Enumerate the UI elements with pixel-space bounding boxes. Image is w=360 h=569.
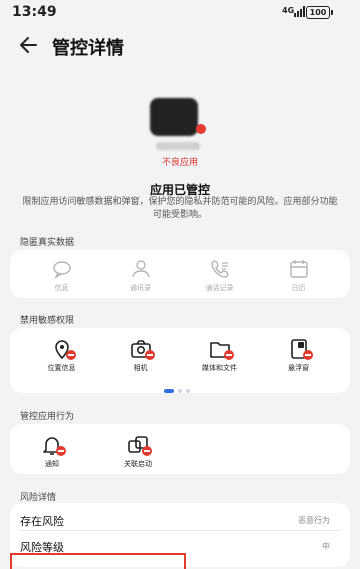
blocked-badge-icon <box>65 350 76 360</box>
section-permissions-label: 禁用敏感权限 <box>20 316 75 326</box>
hidden-item-label: 通话记录 <box>205 284 234 292</box>
divider <box>20 530 340 531</box>
description-text: 限制应用访问敏感数据和弹窗，保护您的隐私并防范可能的风险。应用部分功能可能受影响… <box>22 197 338 220</box>
blocked-badge-icon <box>302 350 313 360</box>
app-icon <box>150 98 198 136</box>
risk-value: 恶意行为 <box>298 516 330 525</box>
hidden-item-calendar[interactable]: 日历 <box>269 258 329 293</box>
battery-icon: 100 <box>306 6 333 19</box>
permission-label: 相机 <box>133 364 148 372</box>
status-bar: 13:49 4G 100 <box>0 0 360 26</box>
hidden-item-call-log[interactable]: 通话记录 <box>190 258 250 293</box>
page-dot-active <box>164 388 174 393</box>
permission-location[interactable]: 位置信息 <box>32 338 92 373</box>
risk-row-type: 存在风险 恶意行为 <box>10 509 330 531</box>
permission-label: 悬浮窗 <box>288 364 309 372</box>
section-risk-label: 风险详情 <box>20 493 57 503</box>
hidden-item-label: 通讯录 <box>130 284 151 292</box>
contacts-icon <box>130 258 152 280</box>
behavior-card: 通知 关联启动 <box>10 424 350 474</box>
call-log-icon <box>209 258 231 280</box>
blocked-badge-icon <box>223 350 234 360</box>
hidden-item-label: 日历 <box>291 284 306 292</box>
blocked-badge-icon <box>144 350 155 360</box>
section-hidden-data-label: 隐匿真实数据 <box>20 238 75 248</box>
hidden-item-label: 信息 <box>54 284 69 292</box>
highlight-box <box>10 553 186 569</box>
page-dot <box>178 388 182 393</box>
status-time: 13:49 <box>12 4 57 20</box>
hidden-item-contacts[interactable]: 通讯录 <box>111 258 171 293</box>
permission-media-files[interactable]: 媒体和文件 <box>190 338 250 373</box>
signal-icon <box>290 6 305 17</box>
message-icon <box>51 258 73 280</box>
page-title: 管控详情 <box>52 38 124 59</box>
permission-camera[interactable]: 相机 <box>111 338 171 373</box>
permission-floating-window[interactable]: 悬浮窗 <box>269 338 329 373</box>
page-dot <box>186 388 190 393</box>
behavior-linked-launch[interactable]: 关联启动 <box>108 434 168 469</box>
hidden-item-messages[interactable]: 信息 <box>32 258 92 293</box>
top-bar: 管控详情 <box>0 28 360 62</box>
warning-badge-icon <box>196 124 206 134</box>
permission-label: 位置信息 <box>47 364 76 372</box>
bad-app-label: 不良应用 <box>161 158 198 168</box>
section-behavior-label: 管控应用行为 <box>20 412 75 422</box>
blocked-badge-icon <box>142 446 152 456</box>
blocked-badge-icon <box>56 446 66 456</box>
calendar-icon <box>288 258 310 280</box>
page-indicator[interactable] <box>164 380 194 399</box>
behavior-label: 关联启动 <box>124 460 152 468</box>
hidden-data-card: 信息 通讯录 通话记录 日历 <box>10 250 350 298</box>
behavior-label: 通知 <box>45 460 59 468</box>
risk-key: 存在风险 <box>20 515 64 528</box>
behavior-notification[interactable]: 通知 <box>22 434 82 469</box>
risk-value: 中 <box>322 542 330 551</box>
app-name-redacted <box>156 142 200 150</box>
back-arrow-icon[interactable] <box>16 32 42 58</box>
permission-label: 媒体和文件 <box>202 364 237 372</box>
